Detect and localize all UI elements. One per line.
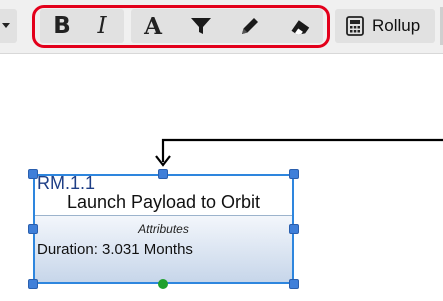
node-attributes-section: Attributes Duration: 3.031 Months bbox=[35, 216, 292, 282]
resize-handle-top-left[interactable] bbox=[28, 169, 38, 179]
resize-handle-bottom-right[interactable] bbox=[289, 279, 299, 289]
diagram-node[interactable]: RM.1.1 Launch Payload to Orbit Attribute… bbox=[33, 173, 294, 284]
attributes-heading: Attributes bbox=[138, 222, 189, 236]
node-id: RM.1.1 bbox=[37, 173, 96, 193]
resize-handle-bottom-left[interactable] bbox=[28, 279, 38, 289]
resize-handle-top[interactable] bbox=[158, 169, 168, 179]
attribute-duration: Duration: 3.031 Months bbox=[37, 241, 193, 258]
connection-handle-bottom[interactable] bbox=[158, 279, 168, 289]
resize-handle-top-right[interactable] bbox=[289, 169, 299, 179]
resize-handle-right[interactable] bbox=[289, 224, 299, 234]
node-header: RM.1.1 Launch Payload to Orbit bbox=[35, 173, 292, 216]
node-title: Launch Payload to Orbit bbox=[66, 192, 261, 212]
resize-handle-left[interactable] bbox=[28, 224, 38, 234]
